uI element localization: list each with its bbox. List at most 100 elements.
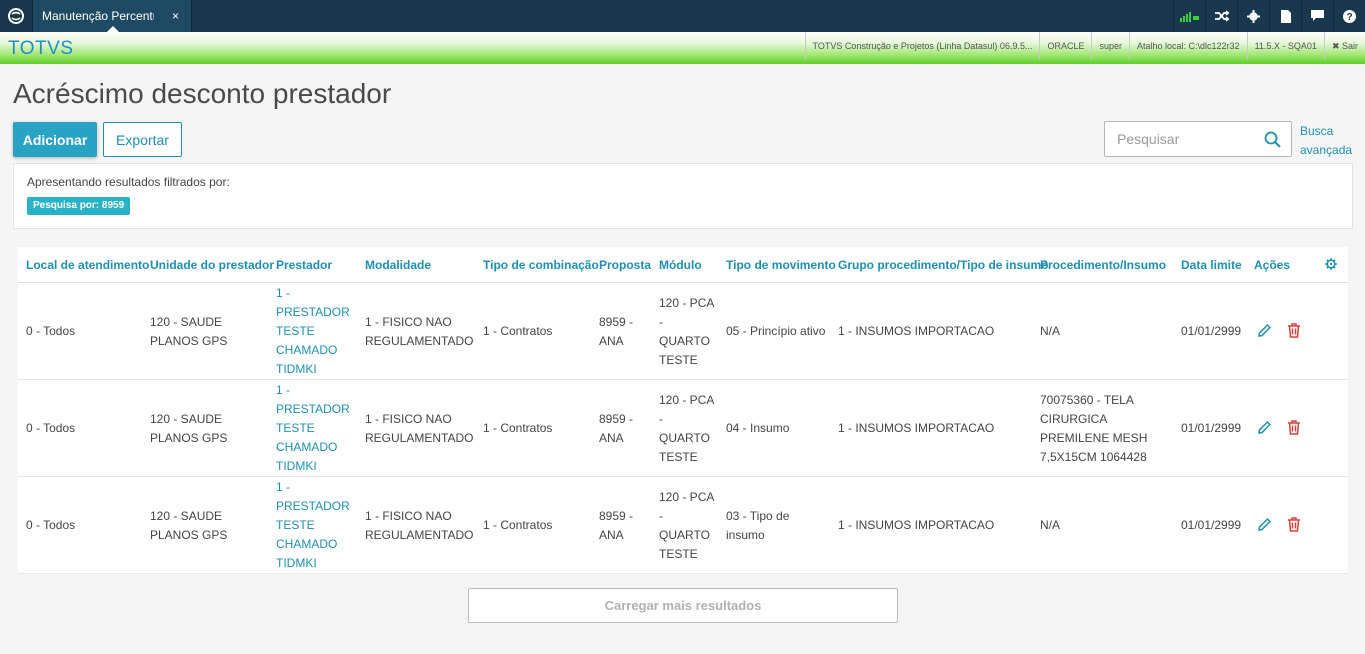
local-value: 0 - Todos [26,518,76,532]
delete-icon[interactable] [1285,515,1303,533]
close-icon[interactable]: × [172,0,179,32]
edit-icon[interactable] [1255,321,1273,339]
prestador-link[interactable]: 1 - PRESTADOR TESTE CHAMADO TIDMKI [276,478,356,573]
session-info: TOTVS Construção e Projetos (Linha Datas… [804,32,1365,64]
header-modulo[interactable]: Módulo [659,247,702,283]
help-icon[interactable]: ? [1333,0,1365,32]
table-row[interactable]: 0 - Todos 120 - SAUDE PLANOS GPS 1 - PRE… [18,380,1348,477]
modalidade-value: 1 - FISICO NAO REGULAMENTADO [365,314,474,348]
header-acoes: Ações [1254,258,1291,272]
cell-prestador[interactable]: 1 - PRESTADOR TESTE CHAMADO TIDMKI [276,380,356,477]
cell-data: 01/01/2999 [1181,477,1251,574]
cell-combinacao: 1 - Contratos [483,380,593,477]
cell-procedimento: N/A [1040,283,1175,380]
cell-unidade: 120 - SAUDE PLANOS GPS [150,477,250,574]
cell-procedimento: 70075360 - TELA CIRURGICA PREMILENE MESH… [1040,380,1175,477]
search-input[interactable] [1105,122,1255,156]
data-value: 01/01/2999 [1181,324,1242,338]
user-info: super [1091,32,1129,60]
company-info: TOTVS Construção e Projetos (Linha Datas… [804,32,1040,60]
cell-local: 0 - Todos [26,477,146,574]
version-info: 11.5.X - SQA01 [1246,32,1324,60]
chat-icon[interactable] [1301,0,1333,32]
table-row[interactable]: 0 - Todos 120 - SAUDE PLANOS GPS 1 - PRE… [18,283,1348,380]
cell-modalidade: 1 - FISICO NAO REGULAMENTADO [365,380,477,477]
cell-grupo: 1 - INSUMOS IMPORTACAO [838,283,1033,380]
cell-movimento: 03 - Tipo de insumo [726,477,831,574]
delete-icon[interactable] [1285,321,1303,339]
add-button[interactable]: Adicionar [13,122,97,157]
header-unidade[interactable]: Unidade do prestador [150,247,274,283]
app-logo-icon[interactable] [0,0,32,32]
cell-movimento: 05 - Princípio ativo [726,283,831,380]
search-icon[interactable] [1264,131,1281,153]
brand-logo: TOTVS [8,38,74,59]
cell-modulo: 120 - PCA - QUARTO TESTE [659,283,717,380]
top-icons: ? [1173,0,1365,32]
filter-summary: Apresentando resultados filtrados por: P… [13,163,1353,229]
cell-prestador[interactable]: 1 - PRESTADOR TESTE CHAMADO TIDMKI [276,283,356,380]
data-value: 01/01/2999 [1181,518,1242,532]
combinacao-value: 1 - Contratos [483,324,553,338]
grupo-value: 1 - INSUMOS IMPORTACAO [838,324,995,338]
cell-proposta: 8959 - ANA [599,380,649,477]
cell-local: 0 - Todos [26,283,146,380]
grupo-value: 1 - INSUMOS IMPORTACAO [838,421,995,435]
svg-text:?: ? [1346,12,1352,23]
tab-manutencao[interactable]: Manutenção Percentual × [32,0,192,32]
header-combinacao[interactable]: Tipo de combinação [483,247,599,283]
prestador-link[interactable]: 1 - PRESTADOR TESTE CHAMADO TIDMKI [276,284,356,379]
procedimento-value: 70075360 - TELA CIRURGICA PREMILENE MESH… [1040,392,1148,464]
shortcut-info: Atalho local: C:\dlc122r32 [1129,32,1247,60]
movimento-value: 04 - Insumo [726,421,790,435]
brand-bar: TOTVS TOTVS Construção e Projetos (Linha… [0,32,1365,64]
prestador-link[interactable]: 1 - PRESTADOR TESTE CHAMADO TIDMKI [276,381,356,476]
header-modalidade[interactable]: Modalidade [365,247,431,283]
top-bar: Manutenção Percentual × ? [0,0,1365,32]
edit-icon[interactable] [1255,418,1273,436]
movimento-value: 05 - Princípio ativo [726,324,826,338]
unidade-value: 120 - SAUDE PLANOS GPS [150,508,228,542]
header-movimento[interactable]: Tipo de movimento [726,247,836,283]
local-value: 0 - Todos [26,324,76,338]
combinacao-value: 1 - Contratos [483,421,553,435]
unidade-value: 120 - SAUDE PLANOS GPS [150,411,228,445]
modulo-value: 120 - PCA - QUARTO TESTE [659,295,714,367]
column-settings-icon[interactable] [1325,258,1337,272]
header-proposta[interactable]: Proposta [599,247,651,283]
signal-icon[interactable] [1173,0,1205,32]
exit-button[interactable]: ✖ Sair [1323,32,1365,60]
header-local[interactable]: Local de atendimento [26,247,149,283]
header-grupo[interactable]: Grupo procedimento/Tipo de insumo [838,247,1048,283]
results-table: Local de atendimento Unidade do prestado… [18,247,1348,574]
export-button[interactable]: Exportar [103,122,182,157]
document-icon[interactable] [1269,0,1301,32]
modalidade-value: 1 - FISICO NAO REGULAMENTADO [365,411,474,445]
cell-prestador[interactable]: 1 - PRESTADOR TESTE CHAMADO TIDMKI [276,477,356,574]
header-procedimento[interactable]: Procedimento/Insumo [1040,247,1166,283]
movimento-value: 03 - Tipo de insumo [726,508,790,542]
cell-combinacao: 1 - Contratos [483,477,593,574]
edit-icon[interactable] [1255,515,1273,533]
header-prestador[interactable]: Prestador [276,247,332,283]
gear-icon[interactable] [1237,0,1269,32]
search-box [1104,121,1292,157]
table-header: Local de atendimento Unidade do prestado… [18,247,1348,283]
cell-combinacao: 1 - Contratos [483,283,593,380]
modulo-value: 120 - PCA - QUARTO TESTE [659,489,714,561]
table-row[interactable]: 0 - Todos 120 - SAUDE PLANOS GPS 1 - PRE… [18,477,1348,574]
exit-label: Sair [1341,41,1358,51]
shuffle-icon[interactable] [1205,0,1237,32]
cell-modulo: 120 - PCA - QUARTO TESTE [659,380,717,477]
proposta-value: 8959 - ANA [599,508,634,542]
database-info: ORACLE [1039,32,1091,60]
filter-tag[interactable]: Pesquisa por: 8959 [27,197,131,215]
cell-modulo: 120 - PCA - QUARTO TESTE [659,477,717,574]
load-more-button[interactable]: Carregar mais resultados [468,588,898,623]
procedimento-value: N/A [1040,324,1061,338]
advanced-search-link[interactable]: Busca avançada [1300,122,1360,160]
data-value: 01/01/2999 [1181,421,1242,435]
proposta-value: 8959 - ANA [599,411,634,445]
header-data[interactable]: Data limite [1181,247,1242,283]
delete-icon[interactable] [1285,418,1303,436]
